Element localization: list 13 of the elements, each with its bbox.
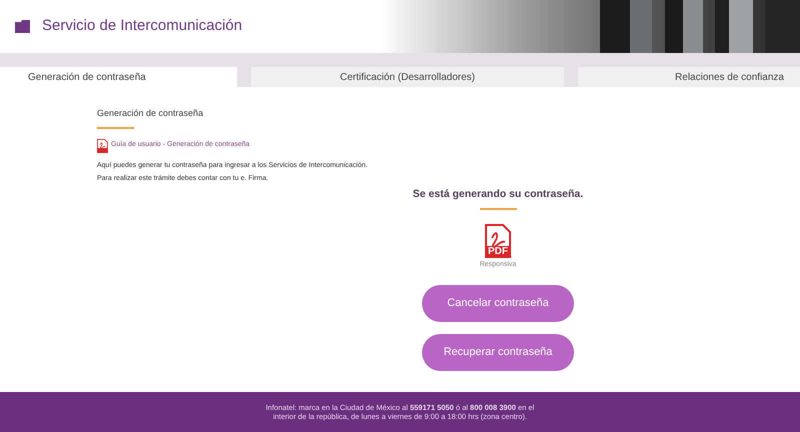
action-button[interactable]: Cancelar contraseña <box>422 284 574 322</box>
tab[interactable]: Certificación (Desarrolladores) <box>251 67 564 87</box>
tab[interactable]: Relaciones de confianza <box>578 67 800 87</box>
page-title: Servicio de Intercomunicación <box>42 16 242 36</box>
folder-icon <box>15 20 30 33</box>
pdf-icon <box>97 138 108 152</box>
section-title: Generación de contraseña <box>97 107 204 120</box>
pdf-icon: PDF <box>484 224 511 258</box>
status-message: Se está generando su contraseña. <box>412 186 584 202</box>
title-underline <box>97 126 134 128</box>
tab[interactable]: Generación de contraseña <box>0 67 237 87</box>
action-button[interactable]: Recuperar contraseña <box>422 334 574 371</box>
message-underline <box>480 208 516 210</box>
